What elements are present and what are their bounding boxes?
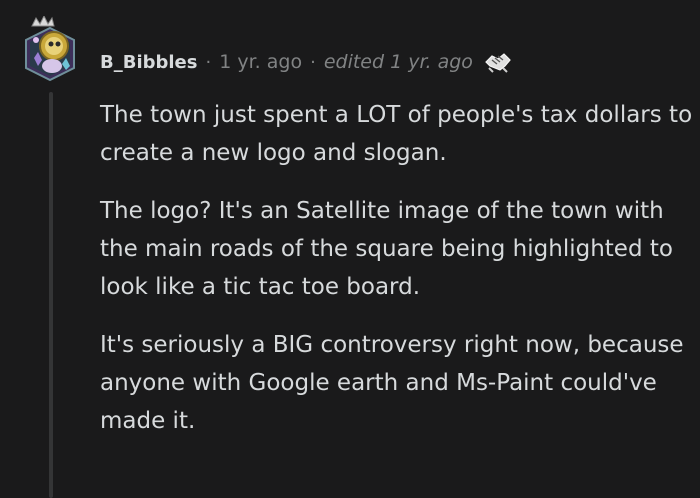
user-avatar[interactable] (22, 16, 78, 84)
comment-paragraph: The logo? It's an Satellite image of the… (100, 198, 673, 300)
meta-separator: · (205, 51, 212, 73)
edited-label: edited 1 yr. ago (323, 51, 473, 73)
comment-paragraph: It's seriously a BIG controversy right n… (100, 332, 684, 434)
meta-separator: · (310, 51, 316, 73)
comment-paragraph: The town just spent a LOT of people's ta… (100, 102, 693, 166)
comment-meta: B_Bibbles · 1 yr. ago · edited 1 yr. ago (100, 46, 513, 78)
username-link[interactable]: B_Bibbles (100, 52, 197, 73)
thread-collapse-line[interactable] (49, 92, 53, 498)
comment-body: The town just spent a LOT of people's ta… (100, 96, 695, 460)
comment: B_Bibbles · 1 yr. ago · edited 1 yr. ago… (0, 0, 700, 498)
comment-timestamp[interactable]: 1 yr. ago (219, 51, 302, 73)
award-badge[interactable] (483, 48, 513, 76)
snoo-avatar-icon (25, 16, 75, 82)
handshake-award-icon (485, 53, 511, 73)
